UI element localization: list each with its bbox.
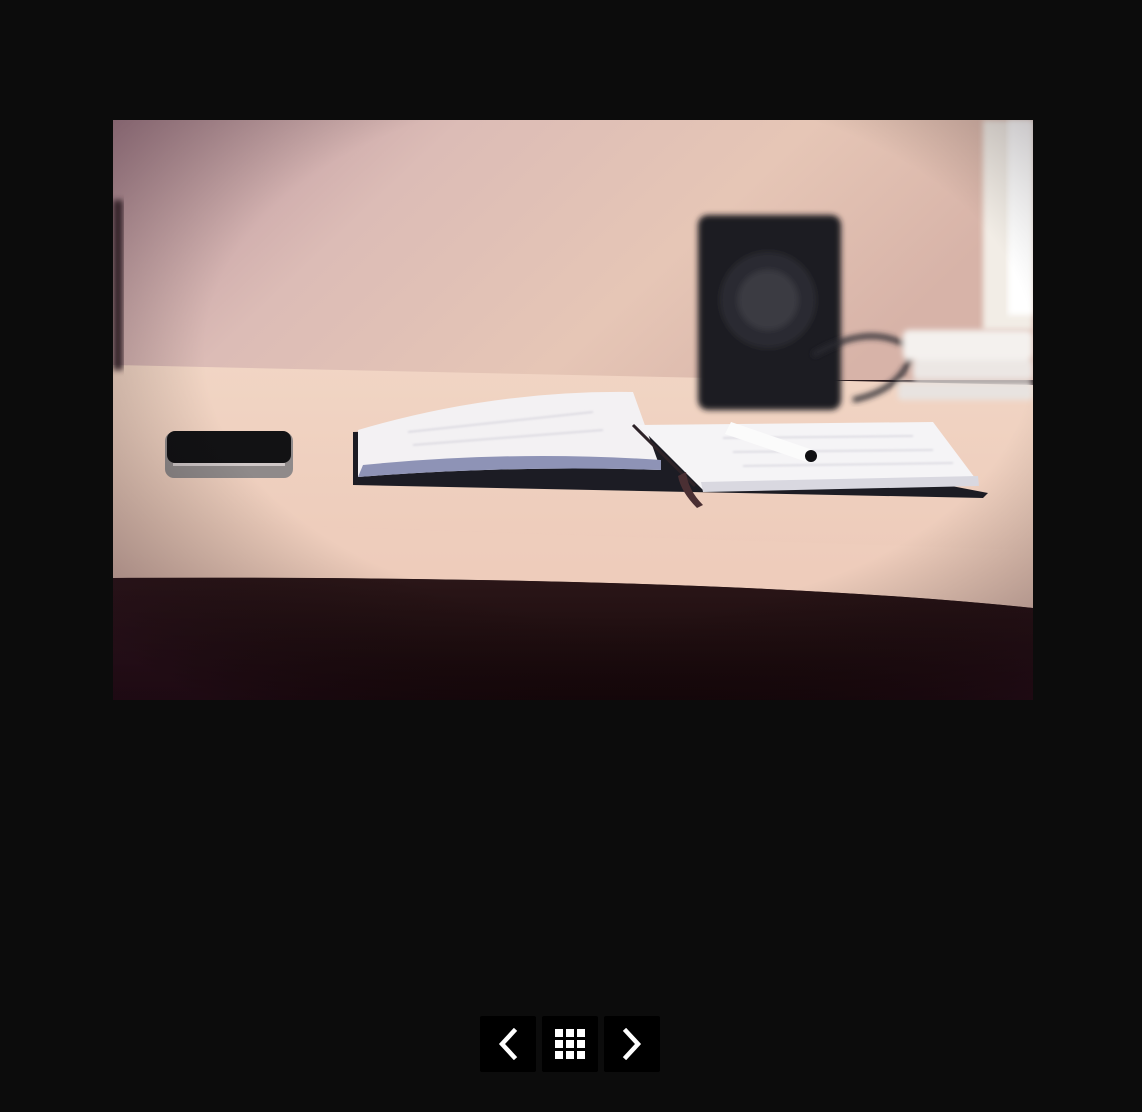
next-button[interactable] [604, 1016, 660, 1072]
chevron-left-icon [498, 1028, 518, 1060]
desk-photo-image [113, 120, 1033, 700]
lightbox-controls [480, 1016, 660, 1072]
lightbox-viewer [0, 0, 1142, 1112]
gallery-grid-button[interactable] [542, 1016, 598, 1072]
gallery-photo [113, 120, 1033, 700]
grid-icon [555, 1029, 585, 1059]
previous-button[interactable] [480, 1016, 536, 1072]
chevron-right-icon [622, 1028, 642, 1060]
